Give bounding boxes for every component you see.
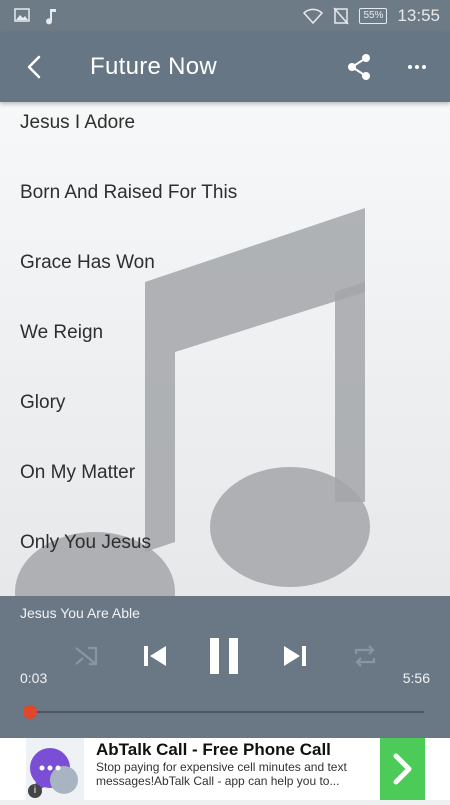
total-duration: 5:56 xyxy=(402,670,430,686)
shuffle-icon xyxy=(75,646,98,666)
previous-button[interactable] xyxy=(141,642,169,670)
track-item[interactable]: Only You Jesus xyxy=(0,515,450,585)
more-vert-icon xyxy=(408,65,426,69)
pause-button[interactable] xyxy=(206,636,242,676)
skip-next-icon xyxy=(284,646,306,666)
wifi-icon xyxy=(303,8,324,24)
repeat-button[interactable] xyxy=(351,642,379,670)
next-button[interactable] xyxy=(281,642,309,670)
ad-banner[interactable]: i AbTalk Call - Free Phone Call Stop pay… xyxy=(0,738,450,800)
page-title: Future Now xyxy=(90,53,218,80)
app-bar: Future Now xyxy=(0,32,450,102)
ad-body: Stop paying for expensive cell minutes a… xyxy=(96,760,347,788)
signal-off-icon xyxy=(333,7,350,25)
track-item[interactable]: Born And Raised For This xyxy=(0,165,450,235)
track-item[interactable]: Glory xyxy=(0,375,450,445)
skip-previous-icon xyxy=(144,646,166,666)
music-note-icon xyxy=(46,9,56,25)
track-item[interactable]: Grace Has Won xyxy=(0,235,450,305)
status-bar: 55% 13:55 xyxy=(0,0,450,32)
share-icon xyxy=(348,54,370,80)
pause-icon xyxy=(210,638,238,674)
now-playing-title: Jesus You Are Able xyxy=(20,605,140,621)
battery-indicator: 55% xyxy=(359,8,388,24)
shuffle-button[interactable] xyxy=(72,642,100,670)
chevron-right-icon xyxy=(393,753,412,785)
track-item[interactable]: On My Matter xyxy=(0,445,450,515)
track-item[interactable]: We Reign xyxy=(0,305,450,375)
seek-thumb[interactable] xyxy=(22,705,37,719)
ad-info-badge[interactable]: i xyxy=(28,784,42,798)
track-title: Born And Raised For This xyxy=(20,182,238,203)
track-item[interactable]: Jesus I Adore xyxy=(0,102,450,165)
track-title: Jesus I Adore xyxy=(20,112,136,133)
ad-headline: AbTalk Call - Free Phone Call xyxy=(96,740,331,759)
ad-open-button[interactable] xyxy=(380,738,425,800)
track-title: We Reign xyxy=(20,322,104,343)
track-title: On My Matter xyxy=(20,462,136,483)
track-list: Jesus I Adore Born And Raised For This G… xyxy=(0,102,450,596)
back-button[interactable] xyxy=(20,52,50,82)
gallery-icon xyxy=(14,8,30,22)
back-arrow-icon xyxy=(27,55,41,79)
repeat-icon xyxy=(354,645,376,667)
player-panel: Jesus You Are Able 0:03 5:56 xyxy=(0,596,450,738)
more-options-button[interactable] xyxy=(402,52,432,82)
track-title: Only You Jesus xyxy=(20,532,151,553)
seek-bar[interactable] xyxy=(22,705,424,719)
elapsed-time: 0:03 xyxy=(20,670,48,686)
status-time: 13:55 xyxy=(397,6,440,25)
share-button[interactable] xyxy=(344,52,374,82)
track-title: Grace Has Won xyxy=(20,252,155,273)
track-title: Glory xyxy=(20,392,66,413)
